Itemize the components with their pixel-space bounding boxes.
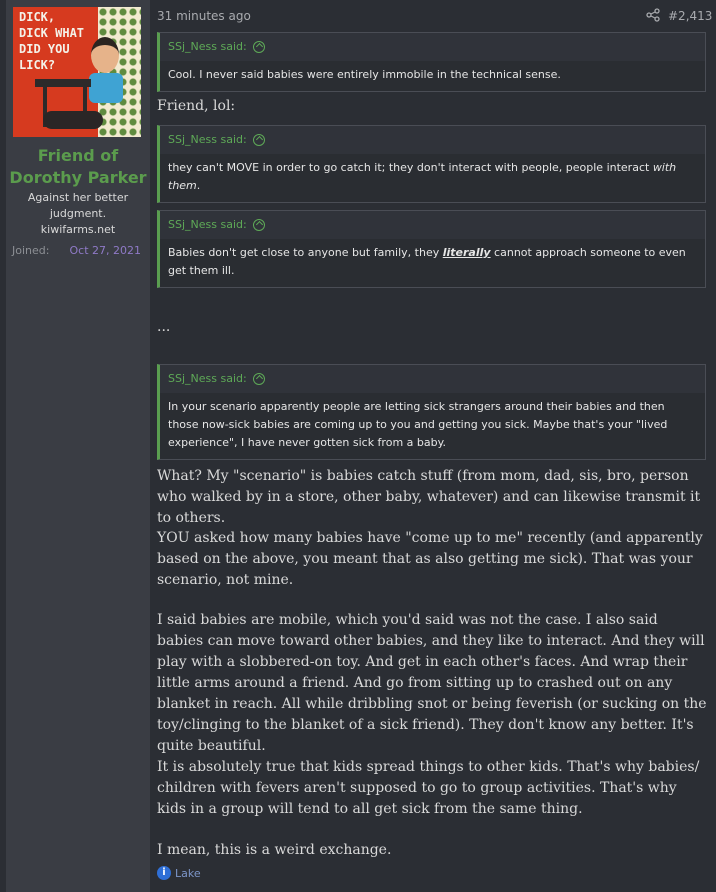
joined-label: Joined: — [12, 244, 50, 257]
post-paragraph: YOU asked how many babies have "come up … — [157, 530, 703, 588]
quote-emphasis: literally — [442, 246, 491, 259]
quote-text: . — [196, 179, 201, 192]
quote-header: SSj_Ness said: — [160, 365, 705, 393]
quote-body: Babies don't get close to anyone but fam… — [160, 239, 705, 287]
user-sidebar: DICK, DICK WHAT DID YOU LICK? Friend of … — [6, 0, 150, 892]
quote-block: SSj_Ness said: Babies don't get close to… — [157, 210, 706, 288]
share-icon[interactable] — [646, 8, 660, 22]
avatar-figure-body — [89, 73, 123, 103]
post-paragraph: What? My "scenario" is babies catch stuf… — [157, 468, 701, 526]
post-number[interactable]: #2,413 — [668, 9, 712, 23]
user-blurb: Against her better judgment. kiwifarms.n… — [6, 190, 150, 238]
joined-date: Oct 27, 2021 — [69, 244, 142, 257]
signature-text: Lake — [175, 866, 201, 880]
post-ellipsis: ... — [157, 319, 171, 335]
quote-author[interactable]: SSj_Ness said: — [168, 211, 247, 239]
quote-text: Babies don't get close to anyone but fam… — [168, 246, 443, 259]
signature[interactable]: i Lake — [157, 866, 201, 880]
quote-author[interactable]: SSj_Ness said: — [168, 33, 247, 61]
avatar-dog — [43, 111, 103, 129]
post-paragraph: I mean, this is a weird exchange. — [157, 842, 392, 858]
post-paragraph: I said babies are mobile, which you'd sa… — [157, 612, 707, 754]
jump-up-icon[interactable] — [252, 41, 265, 53]
avatar-cover-text: DICK, DICK WHAT DID YOU LICK? — [19, 10, 85, 72]
quote-header: SSj_Ness said: — [160, 33, 705, 61]
quote-body: In your scenario apparently people are l… — [160, 393, 705, 459]
avatar[interactable]: DICK, DICK WHAT DID YOU LICK? — [13, 7, 141, 137]
quote-block: SSj_Ness said: they can't MOVE in order … — [157, 125, 706, 203]
quote-author[interactable]: SSj_Ness said: — [168, 126, 247, 154]
user-title-line: Dorothy Parker — [9, 168, 147, 187]
info-icon: i — [157, 866, 171, 880]
post-text-line: Friend, lol: — [157, 98, 236, 114]
jump-up-icon[interactable] — [252, 219, 265, 231]
jump-up-icon[interactable] — [252, 373, 265, 385]
quote-text: they can't MOVE in order to go catch it;… — [168, 161, 653, 174]
user-blurb-line: kiwifarms.net — [40, 223, 116, 236]
post-time[interactable]: 31 minutes ago — [157, 9, 251, 23]
user-blurb-line: Against her better — [27, 191, 129, 204]
forum-post: DICK, DICK WHAT DID YOU LICK? Friend of … — [0, 0, 716, 892]
avatar-figure — [91, 37, 119, 73]
post-paragraph: It is absolutely true that kids spread t… — [157, 759, 700, 817]
jump-up-icon[interactable] — [252, 134, 265, 146]
quote-header: SSj_Ness said: — [160, 211, 705, 239]
quote-block: SSj_Ness said: In your scenario apparent… — [157, 364, 706, 460]
avatar-table — [35, 79, 91, 87]
quote-body: Cool. I never said babies were entirely … — [160, 61, 705, 91]
quote-header: SSj_Ness said: — [160, 126, 705, 154]
quote-block: SSj_Ness said: Cool. I never said babies… — [157, 32, 706, 92]
user-title: Friend of Dorothy Parker — [6, 145, 150, 189]
user-blurb-line: judgment. — [49, 207, 107, 220]
quote-body: they can't MOVE in order to go catch it;… — [160, 154, 705, 202]
quote-author[interactable]: SSj_Ness said: — [168, 365, 247, 393]
user-title-line: Friend of — [37, 146, 119, 165]
